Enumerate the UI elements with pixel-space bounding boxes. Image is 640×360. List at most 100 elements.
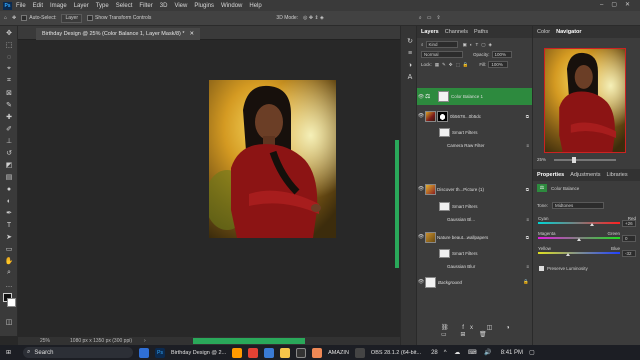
smart-filter-mask[interactable] [439, 249, 450, 258]
clone-stamp-icon[interactable]: ⊥ [3, 136, 15, 146]
layer-row[interactable]: 👁 Background 🔒 [417, 274, 533, 290]
magenta-green-input[interactable]: 0 [622, 235, 636, 242]
smart-filter-mask[interactable] [439, 202, 450, 211]
acrobat-icon[interactable] [248, 347, 259, 358]
search-icon[interactable]: ⌕ [419, 15, 422, 21]
file-explorer-icon[interactable] [280, 347, 291, 358]
workspace-icon[interactable]: ▭ [427, 15, 432, 21]
auto-select-checkbox[interactable] [21, 15, 28, 21]
layer-thumbnail[interactable] [425, 183, 436, 195]
layer-row[interactable]: 👁 ⚖ Color Balance 1 [417, 88, 533, 105]
smart-filter-mask[interactable] [439, 128, 450, 137]
tab-navigator[interactable]: Navigator [556, 29, 581, 35]
navigator-preview[interactable] [544, 48, 626, 153]
menu-view[interactable]: View [174, 3, 187, 9]
magenta-green-slider[interactable] [538, 237, 620, 241]
yellow-blue-input[interactable]: -32 [622, 250, 636, 257]
layer-thumbnail[interactable] [425, 231, 436, 243]
fill-input[interactable]: 100% [488, 61, 509, 68]
eye-icon[interactable]: 👁 [417, 279, 425, 285]
tab-layers[interactable]: Layers [421, 29, 439, 35]
type-tool-icon[interactable]: T [3, 220, 15, 230]
layer-mask-thumbnail[interactable] [437, 110, 448, 122]
blend-mode-dropdown[interactable]: Normal [421, 51, 463, 58]
dodge-tool-icon[interactable]: ◐ [3, 196, 15, 206]
layer-thumbnail[interactable] [425, 276, 436, 288]
filter-type-icons[interactable]: ▣◐T▢◈ [463, 42, 495, 48]
layer-select-dropdown[interactable]: Layer [61, 13, 82, 23]
layer-row[interactable]: 👁 Nature beaut...wallpapers ⧉ [417, 229, 533, 245]
eye-icon[interactable]: 👁 [417, 94, 425, 100]
lasso-tool-icon[interactable]: ◌ [3, 52, 15, 62]
preserve-luminosity-checkbox[interactable] [539, 266, 544, 271]
zoom-tool-icon[interactable]: ⌕ [3, 268, 15, 278]
tab-color[interactable]: Color [537, 29, 550, 35]
cyan-red-input[interactable]: +26 [622, 220, 636, 227]
other-app-label[interactable]: AMAZIN [328, 350, 349, 356]
quick-select-tool-icon[interactable]: ⌖ [3, 64, 15, 74]
eye-icon[interactable]: 👁 [417, 113, 425, 119]
layer-row[interactable]: 👁 Discover th...Picture (1) ⧉ [417, 181, 533, 197]
menu-select[interactable]: Select [116, 3, 133, 9]
color-swatches[interactable] [0, 293, 17, 315]
active-app-label[interactable]: Birthday Design @ 2... [171, 350, 226, 356]
opacity-input[interactable]: 100% [491, 51, 512, 58]
slider-handle[interactable] [577, 238, 581, 241]
close-tab-icon[interactable]: ✕ [190, 31, 195, 37]
background-color-swatch[interactable] [7, 298, 16, 307]
tab-paths[interactable]: Paths [474, 29, 488, 35]
weather-value[interactable]: 28 [431, 350, 438, 356]
history-brush-icon[interactable]: ↺ [3, 148, 15, 158]
edge-icon[interactable] [264, 347, 275, 358]
filter-options-icon[interactable]: ≡ [526, 264, 529, 269]
menu-3d[interactable]: 3D [160, 3, 168, 9]
eye-icon[interactable]: 👁 [417, 234, 425, 240]
adjustments-panel-icon[interactable]: ◑ [404, 60, 416, 70]
show-transform-checkbox[interactable] [87, 15, 93, 21]
menu-help[interactable]: Help [249, 3, 261, 9]
cyan-red-slider[interactable] [538, 222, 620, 226]
obs-icon[interactable] [354, 347, 365, 358]
filter-options-icon[interactable]: ≡ [526, 143, 529, 148]
more-tools-icon[interactable]: … [3, 280, 15, 290]
vertical-scrollbar[interactable] [395, 140, 399, 268]
properties-panel-icon[interactable]: ≡ [404, 48, 416, 58]
navigator-zoom-handle[interactable] [572, 156, 577, 163]
eyedropper-tool-icon[interactable]: ✎ [3, 100, 15, 110]
menu-image[interactable]: Image [50, 3, 67, 9]
photoshop-taskbar-icon[interactable]: Ps [155, 347, 166, 358]
zoom-level[interactable]: 25% [40, 338, 50, 344]
healing-brush-icon[interactable]: ✚ [3, 112, 15, 122]
filter-row[interactable]: Gaussian Blur ≡ [417, 261, 533, 272]
layer-thumbnail[interactable] [425, 110, 436, 122]
path-select-icon[interactable]: ➤ [3, 232, 15, 242]
menu-type[interactable]: Type [96, 3, 109, 9]
obs-label[interactable]: OBS 28.1.2 (64-bit... [371, 350, 421, 356]
blur-tool-icon[interactable]: ● [3, 184, 15, 194]
task-view-icon[interactable] [139, 347, 150, 358]
tab-adjustments[interactable]: Adjustments [570, 172, 600, 178]
navigator-zoom-value[interactable]: 25% [537, 157, 546, 162]
canvas-image[interactable] [209, 80, 336, 238]
hand-tool-icon[interactable]: ✋ [3, 256, 15, 266]
yellow-blue-slider[interactable] [538, 252, 620, 256]
tab-libraries[interactable]: Libraries [606, 172, 627, 178]
filter-row[interactable]: Gaussian Bl... ≡ [417, 214, 533, 225]
menu-edit[interactable]: Edit [33, 3, 43, 9]
filter-row[interactable]: Camera Raw Filter ≡ [417, 140, 533, 151]
quick-mask-icon[interactable]: ◫ [3, 317, 15, 327]
character-panel-icon[interactable]: A [404, 72, 416, 82]
frame-tool-icon[interactable]: ⊠ [3, 88, 15, 98]
tone-dropdown[interactable]: Midtones [552, 202, 605, 209]
illustrator-icon[interactable] [232, 347, 243, 358]
clock-time[interactable]: 8:41 PM [501, 350, 523, 356]
status-arrow-icon[interactable]: › [144, 338, 146, 344]
menu-plugins[interactable]: Plugins [194, 3, 214, 9]
lock-icons[interactable]: ▦✎✥⬚🔒 [435, 62, 472, 68]
smart-filter-row[interactable]: Smart Filters [417, 247, 533, 260]
slider-handle[interactable] [566, 253, 570, 256]
gradient-tool-icon[interactable]: ▤ [3, 172, 15, 182]
notification-icon[interactable]: ▢ [529, 349, 535, 356]
start-icon[interactable]: ⊞ [6, 349, 11, 356]
share-icon[interactable]: ⇪ [436, 15, 440, 21]
